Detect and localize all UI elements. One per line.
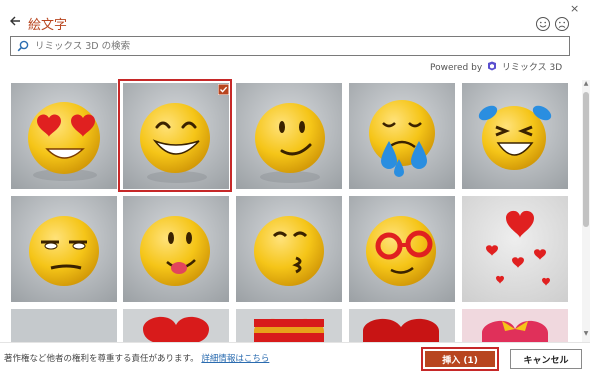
emoji-tile-red-heart-2[interactable] [349,309,455,342]
emoji-tile-heart-ribbon[interactable] [462,309,568,342]
search-input[interactable] [35,37,555,55]
attribution-prefix: Powered by [430,63,483,73]
search-box[interactable] [10,36,570,56]
scroll-down-icon[interactable]: ▼ [582,330,590,340]
checkbox-checked-icon[interactable] [218,84,229,95]
dialog-title: 絵文字 [28,18,68,33]
emoji-tile-flag-heart[interactable] [236,309,342,342]
scrollbar-thumb[interactable] [583,92,589,227]
footer-divider [0,342,590,343]
close-icon[interactable]: × [570,2,579,15]
emoji-tile-glasses[interactable] [349,196,455,302]
remix3d-logo-icon [488,61,497,71]
emoji-tile-tears-of-joy[interactable] [462,83,568,189]
emoji-tile-tongue-out[interactable] [123,196,229,302]
insert-button[interactable]: 挿入 (1) [425,351,495,367]
search-icon [17,40,29,52]
attribution: Powered by リミックス 3D [430,60,562,73]
attribution-brand: リミックス 3D [501,63,563,73]
emoji-tile-sad-tears[interactable] [349,83,455,189]
emoji-tile-blank[interactable] [11,309,117,342]
cancel-button[interactable]: キャンセル [510,349,582,369]
emoji-grid [0,80,584,342]
details-link[interactable]: 詳細情報はこちら [201,354,269,364]
emoji-tile-slight-smile[interactable] [236,83,342,189]
emoji-tile-red-heart[interactable] [123,309,229,342]
emoji-tile-unamused[interactable] [11,196,117,302]
scroll-up-icon[interactable]: ▲ [582,80,590,90]
back-arrow-icon[interactable] [8,14,22,28]
emoji-tile-hearts[interactable] [462,196,568,302]
notice-text: 著作権など他者の権利を尊重する責任があります。 [4,354,199,364]
frown-icon[interactable] [554,16,570,32]
emoji-tile-grinning[interactable] [123,83,229,189]
emoji-tile-heart-eyes[interactable] [11,83,117,189]
emoji-tile-kissing[interactable] [236,196,342,302]
smile-icon[interactable] [535,16,551,32]
copyright-notice: 著作権など他者の権利を尊重する責任があります。 詳細情報はこちら [4,352,269,364]
